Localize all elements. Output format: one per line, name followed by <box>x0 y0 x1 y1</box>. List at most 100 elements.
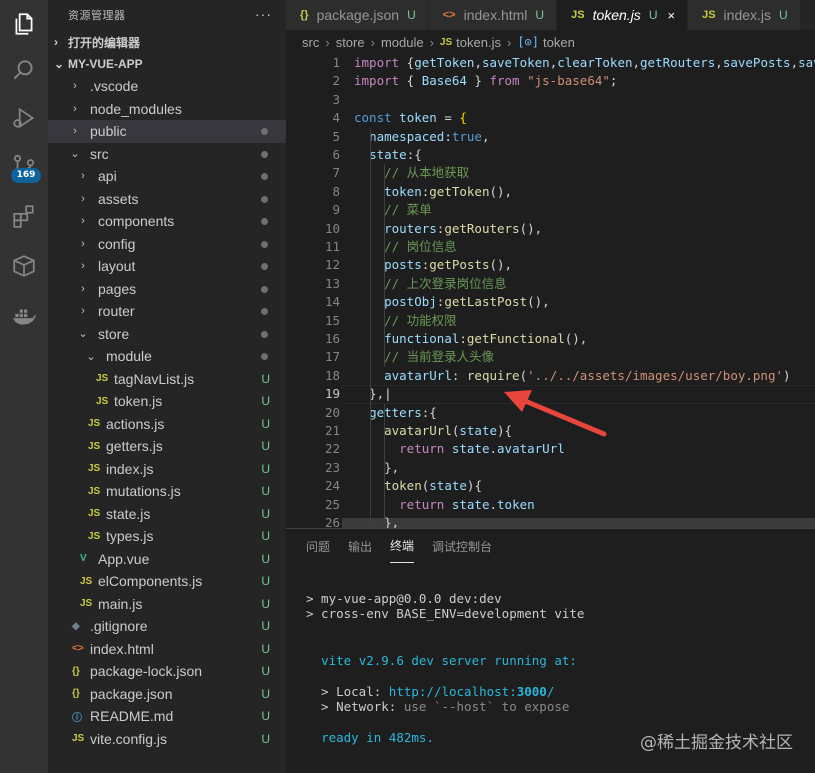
project-label: MY-VUE-APP <box>68 57 143 71</box>
docker-icon[interactable] <box>0 292 48 340</box>
chevron-right-icon: › <box>73 80 77 93</box>
file-item[interactable]: {} package.json U <box>48 683 286 706</box>
activity-bar: 169 <box>0 0 48 773</box>
tree-item-label: package-lock.json <box>90 663 203 680</box>
tree-item-label: tagNavList.js <box>114 370 195 387</box>
explorer-title: 资源管理器 <box>68 10 126 22</box>
file-item[interactable]: V App.vue U <box>48 548 286 571</box>
file-item[interactable]: ◆ .gitignore U <box>48 615 286 638</box>
folder-item[interactable]: › node_modules <box>48 98 286 121</box>
chevron-right-icon: › <box>81 237 85 250</box>
project-section[interactable]: ⌄ MY-VUE-APP <box>48 53 286 75</box>
file-type-icon: JS <box>72 733 85 745</box>
tree-item-label: actions.js <box>106 415 165 432</box>
chevron-right-icon: › <box>73 125 77 138</box>
folder-item[interactable]: ⌄ module <box>48 345 286 368</box>
chevron-down-icon: ⌄ <box>70 148 80 161</box>
file-type-icon: ⓘ <box>72 712 82 724</box>
panel-tab[interactable]: 输出 <box>348 529 372 563</box>
folder-item[interactable]: › api <box>48 165 286 188</box>
file-item[interactable]: JS actions.js U <box>48 413 286 436</box>
more-actions-icon[interactable]: ··· <box>255 6 272 22</box>
panel-tab[interactable]: 调试控制台 <box>432 529 492 563</box>
panel-tab[interactable]: 终端 <box>390 529 415 563</box>
file-item[interactable]: JS token.js U <box>48 390 286 413</box>
extensions-icon[interactable] <box>0 192 48 240</box>
search-icon[interactable] <box>0 46 48 94</box>
file-type-icon: JS <box>96 373 109 385</box>
file-item[interactable]: JS tagNavList.js U <box>48 368 286 391</box>
git-status-badge: U <box>261 664 270 678</box>
tree-item-label: layout <box>98 258 136 275</box>
terminal-line: > Local: http://localhost:3000/ <box>306 683 555 699</box>
tree-item-label: assets <box>98 190 139 207</box>
file-type-icon: JS <box>96 395 109 407</box>
chevron-right-icon: › <box>81 192 85 205</box>
files-icon[interactable] <box>0 0 48 48</box>
terminal-line: ready in 482ms. <box>321 730 434 745</box>
folder-item[interactable]: › public <box>48 120 286 143</box>
tree-item-label: router <box>98 303 135 320</box>
bottom-panel: 问题 输出 终端 调试控制台 > my-vue-app@0.0.0 dev:dev > … <box>286 528 815 773</box>
folder-item[interactable]: › components <box>48 210 286 233</box>
folder-item[interactable]: ⌄ store <box>48 323 286 346</box>
file-type-icon: {} <box>72 688 80 700</box>
tree-item-label: config <box>98 235 136 252</box>
open-editors-section[interactable]: › 打开的编辑器 <box>48 31 286 53</box>
modified-dot-icon <box>261 263 268 270</box>
file-type-icon: {} <box>72 665 80 677</box>
terminal-output[interactable]: > my-vue-app@0.0.0 dev:dev > cross-env BA… <box>306 575 622 773</box>
git-status-badge: U <box>261 416 270 431</box>
file-type-icon: JS <box>88 530 101 542</box>
git-status-badge: U <box>261 529 270 543</box>
file-item[interactable]: JS types.js U <box>48 525 286 548</box>
file-type-icon: V <box>80 553 87 565</box>
tree-item-label: index.html <box>90 640 154 657</box>
file-item[interactable]: {} package-lock.json U <box>48 660 286 683</box>
tree-item-label: pages <box>98 280 137 297</box>
folder-item[interactable]: › config <box>48 233 286 256</box>
chevron-right-icon: › <box>81 282 85 295</box>
file-item[interactable]: <> index.html U <box>48 638 286 661</box>
tree-item-label: README.md <box>90 708 174 725</box>
tree-item-label: getters.js <box>106 438 163 455</box>
modified-dot-icon <box>261 150 268 158</box>
chevron-right-icon: › <box>73 102 77 115</box>
file-item[interactable]: JS elComponents.js U <box>48 570 286 593</box>
git-status-badge: U <box>261 371 270 386</box>
git-status-badge: U <box>261 731 270 746</box>
chevron-right-icon: › <box>81 215 85 228</box>
git-status-badge: U <box>261 394 270 408</box>
tree-item-label: types.js <box>106 528 154 545</box>
modified-dot-icon <box>261 195 268 203</box>
git-status-badge: U <box>261 439 270 453</box>
modified-dot-icon <box>261 285 268 293</box>
file-item[interactable]: JS mutations.js U <box>48 480 286 503</box>
folder-item[interactable]: ⌄ src <box>48 143 286 166</box>
tree-item-label: elComponents.js <box>98 573 203 590</box>
git-status-badge: U <box>261 686 270 701</box>
folder-item[interactable]: › assets <box>48 188 286 211</box>
tree-item-label: token.js <box>114 393 163 410</box>
folder-item[interactable]: › pages <box>48 278 286 301</box>
folder-item[interactable]: › .vscode <box>48 75 286 98</box>
tree-item-label: package.json <box>90 685 173 702</box>
file-type-icon: JS <box>88 418 101 430</box>
folder-item[interactable]: › router <box>48 300 286 323</box>
folder-item[interactable]: › layout <box>48 255 286 278</box>
file-item[interactable]: JS vite.config.js U <box>48 728 286 751</box>
terminal-line: vite v2.9.6 dev server running at: <box>321 652 577 668</box>
git-status-badge: U <box>261 596 270 611</box>
remote-explorer-icon[interactable] <box>0 242 48 290</box>
file-item[interactable]: ⓘ README.md U <box>48 705 286 728</box>
panel-tab[interactable]: 问题 <box>306 529 330 563</box>
file-item[interactable]: JS main.js U <box>48 593 286 616</box>
file-item[interactable]: JS index.js U <box>48 458 286 481</box>
tree-item-label: vite.config.js <box>90 730 168 747</box>
modified-dot-icon <box>261 128 268 135</box>
file-item[interactable]: JS getters.js U <box>48 435 286 458</box>
file-item[interactable]: JS state.js U <box>48 503 286 526</box>
run-debug-icon[interactable] <box>0 94 48 142</box>
file-tree: › .vscode › node_modules › public ⌄ src › api › ass… <box>48 75 286 750</box>
